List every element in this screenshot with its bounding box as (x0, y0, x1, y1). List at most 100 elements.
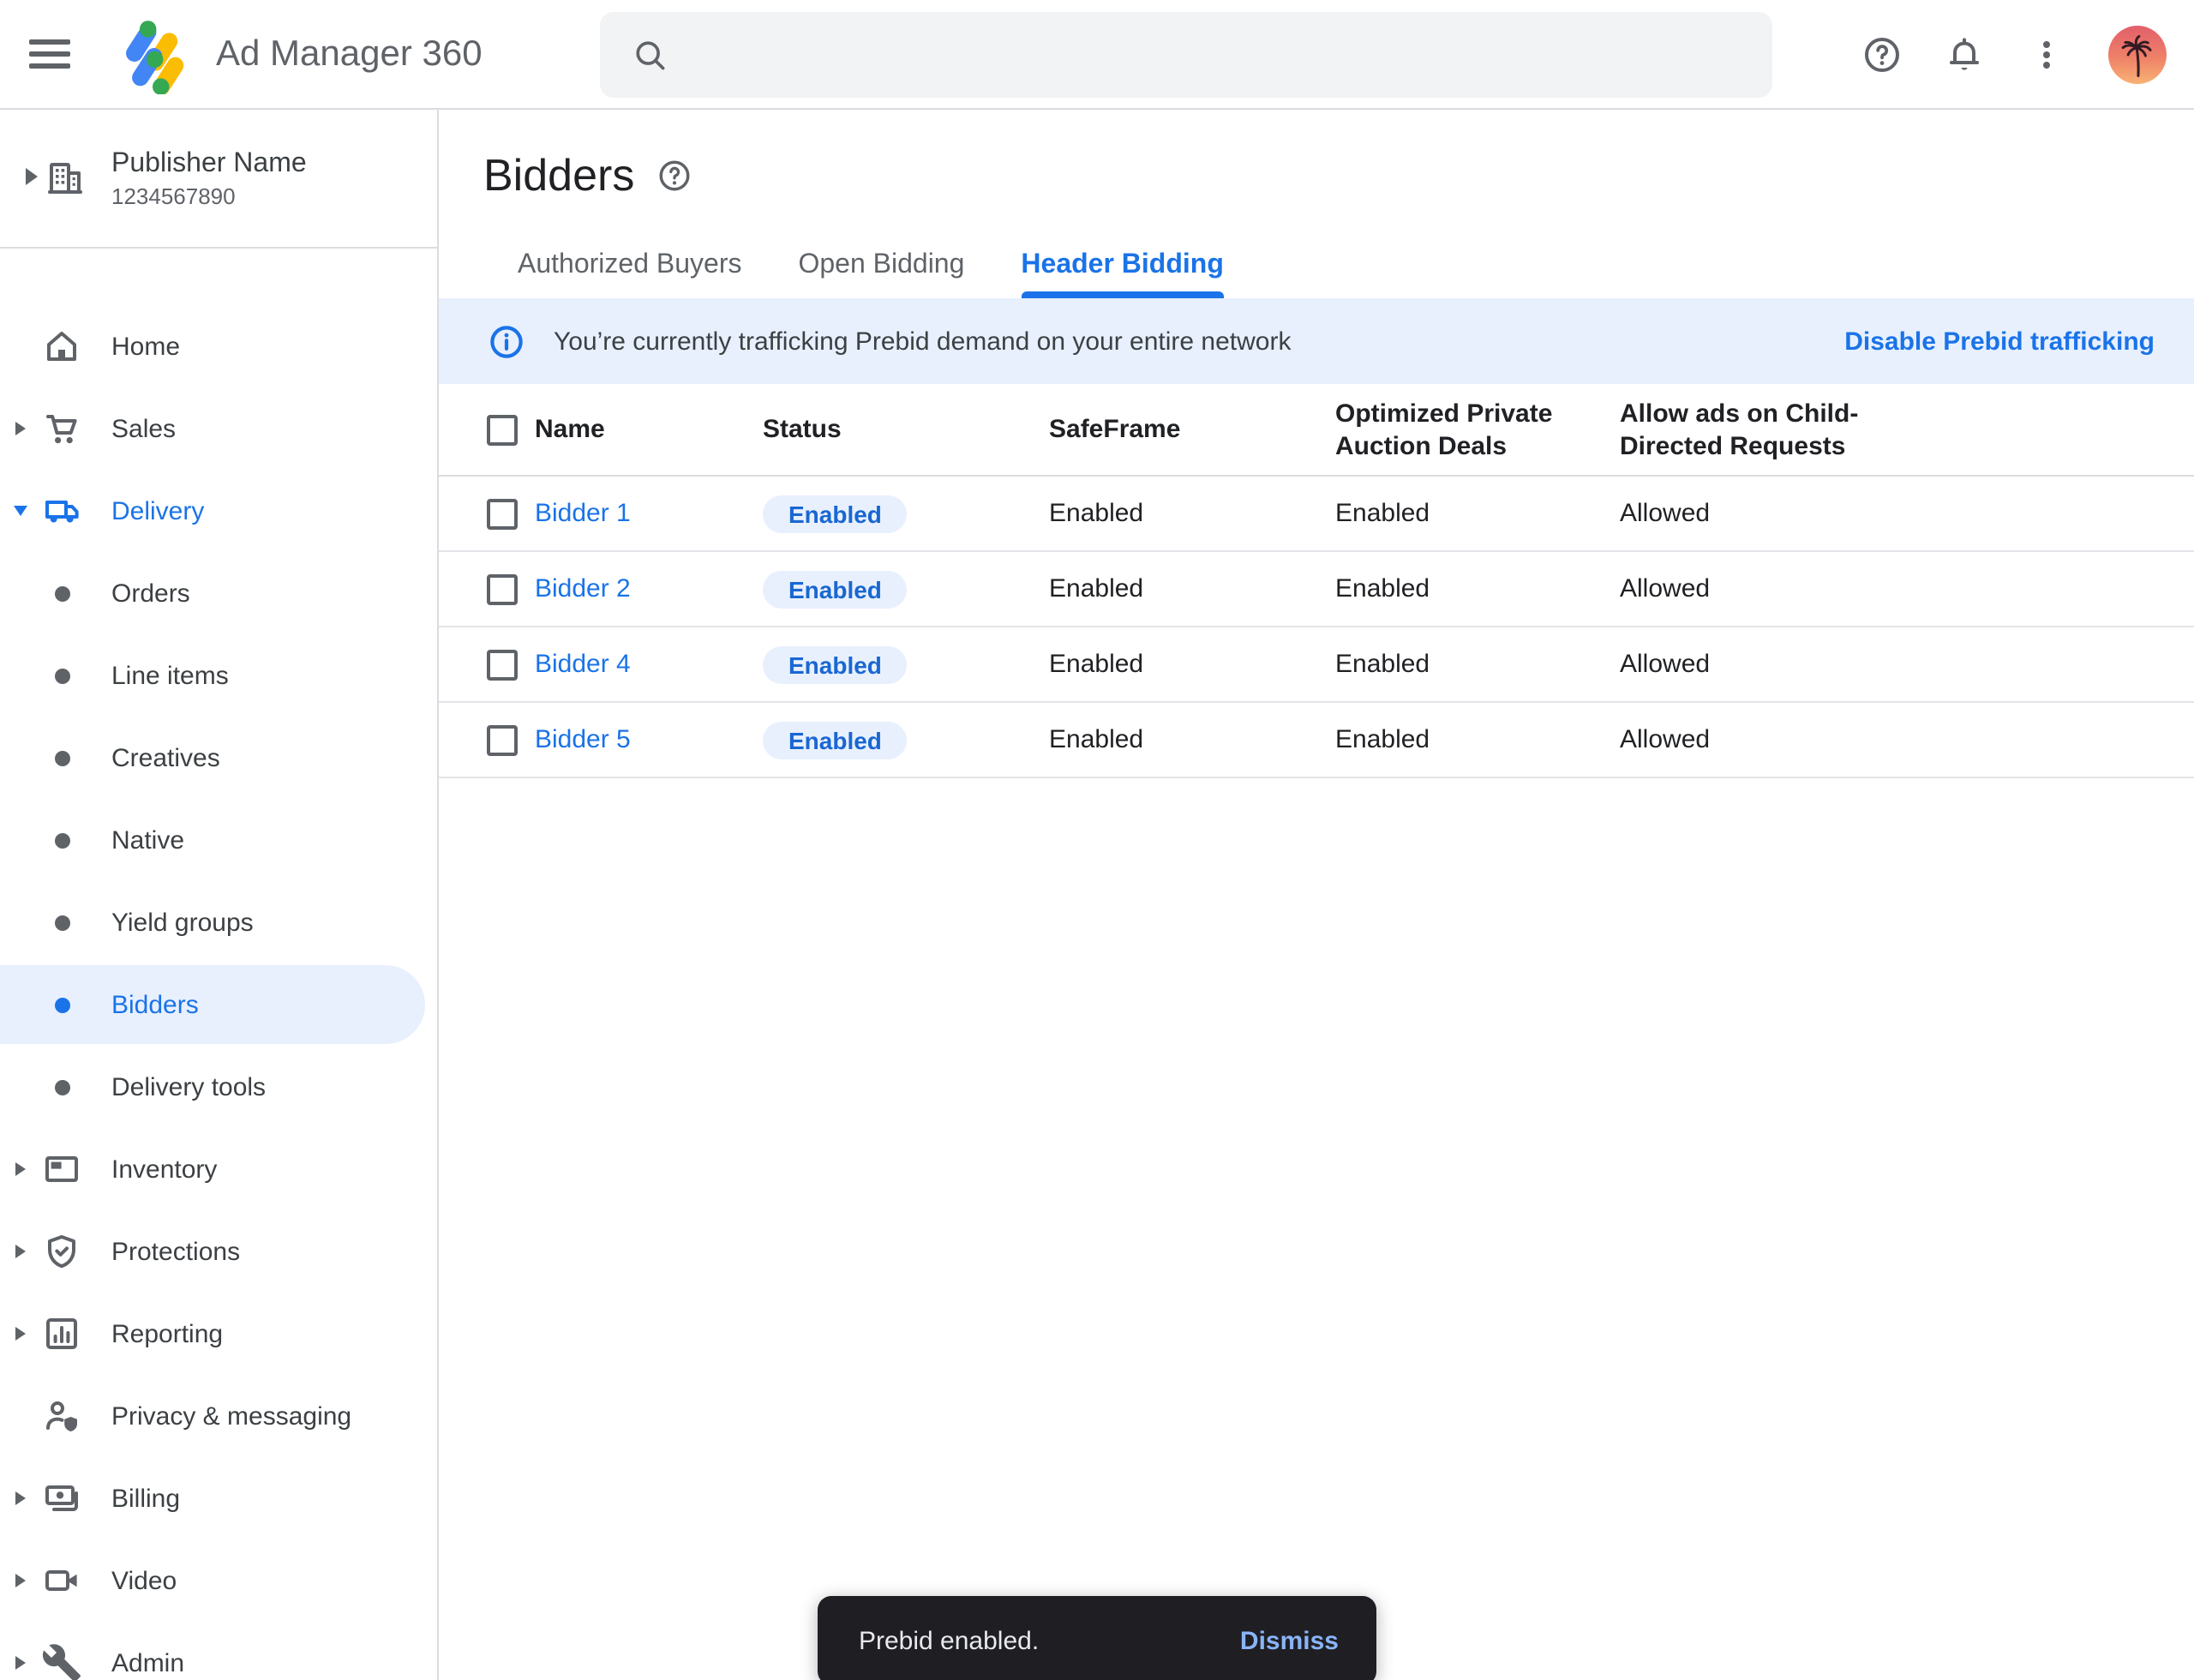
column-header-optimized-private-auction-deals: Optimized Private Auction Deals (1335, 397, 1562, 462)
search-icon (631, 36, 668, 74)
select-all-checkbox[interactable] (487, 414, 518, 445)
bullet-icon (54, 750, 69, 765)
expand-caret-icon (15, 1245, 26, 1258)
sidebar-item-home[interactable]: Home (0, 305, 437, 387)
publisher-expand-caret-icon[interactable] (26, 168, 38, 185)
three-dot-menu-icon (2026, 34, 2067, 75)
expand-caret-icon (15, 1491, 26, 1505)
bullet-icon (54, 832, 69, 848)
sidebar-item-creatives[interactable]: Creatives (0, 717, 437, 799)
sidebar-item-privacy-messaging[interactable]: Privacy & messaging (0, 1375, 437, 1457)
search-input[interactable] (668, 12, 1772, 98)
table-row-bidder-5: Bidder 5 Enabled Enabled Enabled Allowed (439, 703, 2194, 778)
column-header-safeframe: SafeFrame (1049, 415, 1335, 444)
dismiss-button[interactable]: Dismiss (1240, 1626, 1339, 1655)
collapse-caret-icon (14, 506, 27, 516)
page-help-icon[interactable] (656, 157, 692, 193)
table-header-row: Name Status SafeFrame Optimized Private … (439, 384, 2194, 477)
sidebar-item-reporting[interactable]: Reporting (0, 1293, 437, 1375)
bidder-link[interactable]: Bidder 4 (535, 650, 631, 679)
sidebar-item-native[interactable]: Native (0, 799, 437, 881)
safeframe-value: Enabled (1049, 499, 1335, 528)
safeframe-value: Enabled (1049, 574, 1335, 603)
bidder-link[interactable]: Bidder 5 (535, 725, 631, 754)
bidder-link[interactable]: Bidder 1 (535, 499, 631, 528)
tab-open-bidding[interactable]: Open Bidding (798, 250, 964, 298)
hamburger-menu-icon[interactable] (29, 33, 70, 75)
main-content: Bidders Authorized Buyers Open Bidding H… (439, 110, 2194, 1680)
safeframe-value: Enabled (1049, 725, 1335, 754)
sidebar-item-line-items[interactable]: Line items (0, 634, 437, 717)
info-icon (489, 323, 525, 359)
page-title: Bidders (483, 151, 634, 199)
child-directed-value: Allowed (1620, 499, 2194, 528)
payments-icon (41, 1478, 82, 1519)
sidebar-item-admin[interactable]: Admin (0, 1622, 437, 1680)
bidder-link[interactable]: Bidder 2 (535, 574, 631, 603)
sidebar-item-inventory[interactable]: Inventory (0, 1128, 437, 1210)
expand-caret-icon (15, 1327, 26, 1341)
snackbar-toast: Prebid enabled. Dismiss (818, 1596, 1376, 1680)
bullet-icon (54, 915, 69, 930)
status-badge: Enabled (763, 570, 908, 608)
sidebar-item-orders[interactable]: Orders (0, 552, 437, 634)
sidebar-item-yield-groups[interactable]: Yield groups (0, 881, 437, 963)
user-avatar[interactable] (2108, 26, 2167, 84)
app-title: Ad Manager 360 (216, 33, 483, 75)
bullet-icon (54, 1079, 69, 1095)
sidebar-item-video[interactable]: Video (0, 1539, 437, 1622)
shield-check-icon (41, 1231, 82, 1272)
search-bar[interactable] (600, 12, 1772, 98)
tab-authorized-buyers[interactable]: Authorized Buyers (518, 250, 741, 298)
status-badge: Enabled (763, 721, 908, 759)
sidebar-item-billing[interactable]: Billing (0, 1457, 437, 1539)
table-row-bidder-2: Bidder 2 Enabled Enabled Enabled Allowed (439, 552, 2194, 627)
person-shield-icon (41, 1395, 82, 1437)
row-checkbox[interactable] (487, 724, 518, 755)
bullet-icon (54, 668, 69, 683)
optimized-deals-value: Enabled (1335, 650, 1620, 679)
sidebar-item-sales[interactable]: Sales (0, 387, 437, 470)
ad-manager-logo-icon (118, 15, 187, 93)
wrench-icon (41, 1642, 82, 1680)
help-button[interactable] (1861, 34, 1903, 75)
palm-tree-photo (2112, 29, 2163, 81)
row-checkbox[interactable] (487, 498, 518, 529)
publisher-name: Publisher Name (111, 148, 307, 179)
tab-header-bidding[interactable]: Header Bidding (1021, 250, 1223, 298)
publisher-switcher[interactable]: Publisher Name 1234567890 (0, 110, 437, 247)
expand-caret-icon (15, 1162, 26, 1176)
inventory-icon (41, 1149, 82, 1190)
home-icon (41, 326, 82, 367)
sidebar-item-bidders[interactable]: Bidders (0, 963, 437, 1046)
status-badge: Enabled (763, 495, 908, 532)
sidebar-item-protections[interactable]: Protections (0, 1210, 437, 1293)
optimized-deals-value: Enabled (1335, 499, 1620, 528)
disable-prebid-trafficking-link[interactable]: Disable Prebid trafficking (1844, 327, 2155, 356)
publisher-network-id: 1234567890 (111, 183, 307, 208)
sidebar-item-delivery-tools[interactable]: Delivery tools (0, 1046, 437, 1128)
bar-chart-icon (41, 1313, 82, 1354)
sidebar-item-delivery[interactable]: Delivery (0, 470, 437, 552)
more-options-button[interactable] (2026, 34, 2067, 75)
column-header-name: Name (535, 415, 763, 444)
bell-icon (1944, 34, 1985, 75)
row-checkbox[interactable] (487, 573, 518, 604)
table-row-bidder-1: Bidder 1 Enabled Enabled Enabled Allowed (439, 477, 2194, 552)
ad-manager-app: Ad Manager 360 (0, 0, 2194, 1680)
toast-message: Prebid enabled. (859, 1626, 1039, 1655)
help-icon (1861, 34, 1903, 75)
shopping-cart-icon (41, 408, 82, 449)
building-icon (45, 158, 86, 199)
expand-caret-icon (15, 1574, 26, 1587)
column-header-allow-ads-child-directed: Allow ads on Child-Directed Requests (1620, 397, 1877, 462)
app-bar: Ad Manager 360 (0, 0, 2194, 110)
notifications-button[interactable] (1944, 34, 1985, 75)
tab-bar: Authorized Buyers Open Bidding Header Bi… (439, 250, 2194, 298)
optimized-deals-value: Enabled (1335, 725, 1620, 754)
row-checkbox[interactable] (487, 649, 518, 680)
expand-caret-icon (15, 422, 26, 435)
bullet-icon (54, 997, 69, 1012)
expand-caret-icon (15, 1656, 26, 1670)
child-directed-value: Allowed (1620, 574, 2194, 603)
